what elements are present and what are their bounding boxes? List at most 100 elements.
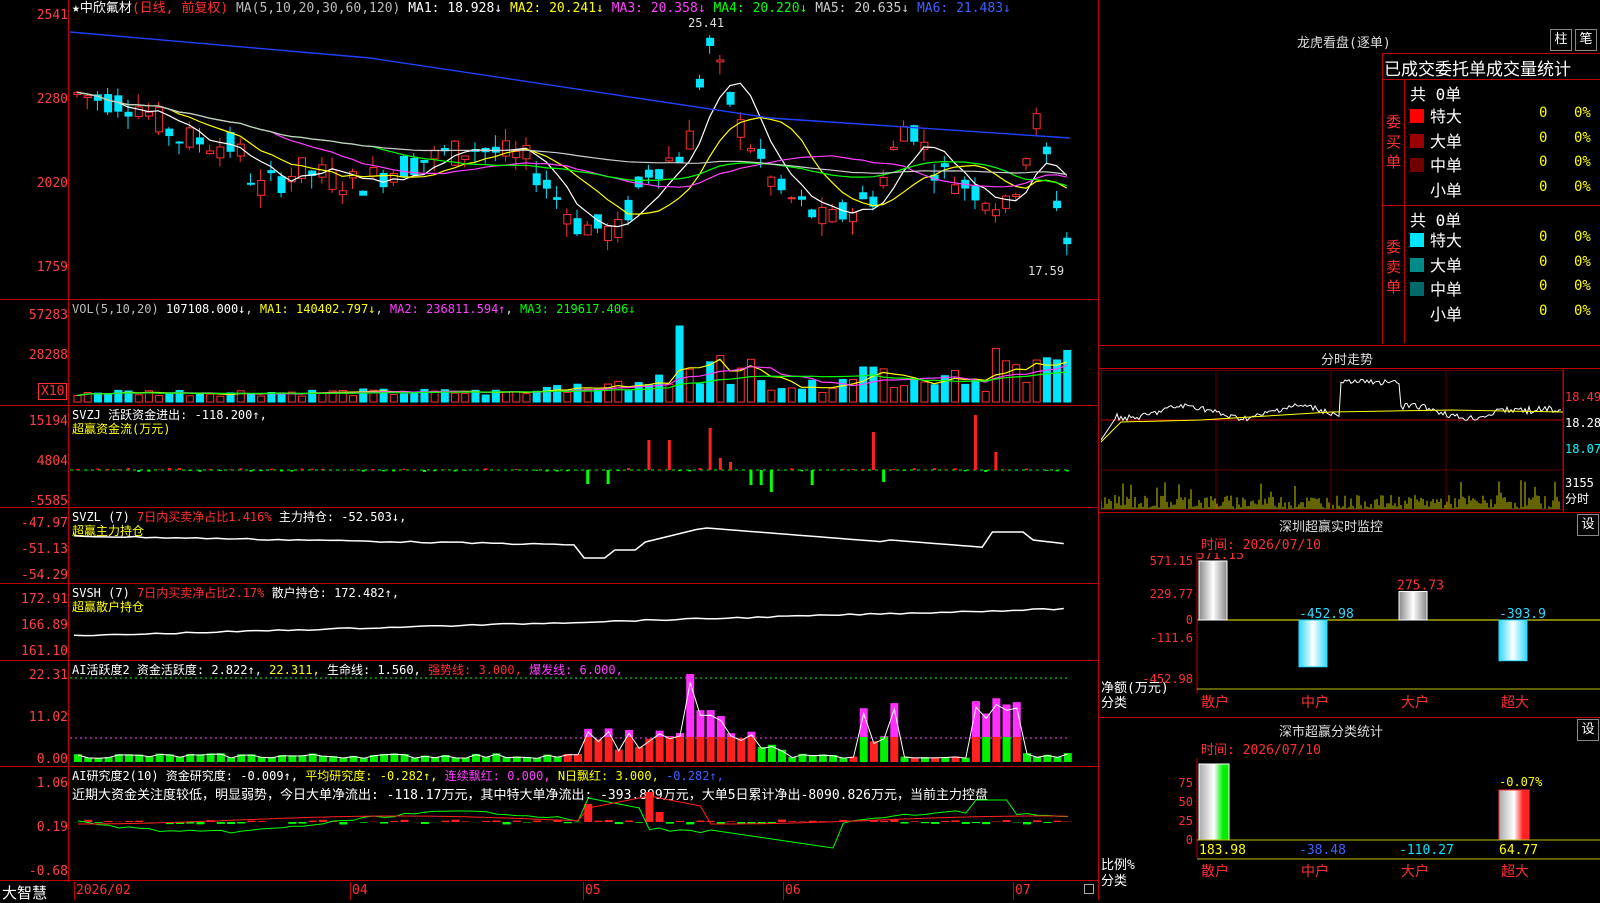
flow-bar <box>413 469 416 470</box>
activity-bar <box>707 737 715 762</box>
volume-bar <box>952 370 959 402</box>
flow-bar <box>729 462 732 470</box>
panel-divider <box>0 880 1098 881</box>
volume-bar <box>727 384 734 402</box>
star-icon[interactable]: ★ <box>72 1 80 16</box>
volume-bar <box>115 390 122 402</box>
candle <box>1013 195 1020 197</box>
flow-bar <box>811 470 814 485</box>
y-tick: 0.00 <box>0 752 68 767</box>
volume-bar <box>319 393 326 402</box>
low-price-label: 17.59 <box>1028 264 1064 278</box>
sz-monitor-time: 时间: 2026/07/10 <box>1201 538 1321 553</box>
research-bar <box>788 821 796 822</box>
candle <box>421 160 428 162</box>
volume-bar <box>758 381 765 402</box>
order-size-label: 特大 <box>1430 231 1462 250</box>
retail-holding-chart[interactable] <box>70 596 1096 658</box>
flow-bar <box>280 470 283 471</box>
flow-bar <box>270 469 273 470</box>
research-bar <box>809 821 817 822</box>
flow-bar <box>96 469 99 470</box>
candle <box>1043 147 1050 154</box>
candlestick-chart[interactable] <box>70 18 1096 298</box>
research-bar <box>421 822 429 824</box>
flow-bar <box>627 468 630 470</box>
flow-bar <box>321 469 324 470</box>
candle <box>166 129 173 135</box>
flow-bar <box>382 470 385 471</box>
ai2-a: AI研究度2(10) 资金研究度: -0.009↑, <box>72 769 298 783</box>
vol-header: VOL(5,10,20) 107108.000↓, MA1: 140402.79… <box>72 302 636 316</box>
sz-class-chart[interactable]: 7550250-0.07%183.98散户-38.48中户-110.27大户64… <box>1099 758 1600 900</box>
period-label[interactable]: (日线, 前复权) <box>132 1 228 16</box>
settings-button[interactable]: 设 <box>1577 719 1599 741</box>
volume-bar <box>74 395 81 402</box>
candle <box>707 38 714 45</box>
flow-bar <box>117 469 120 470</box>
activity-bar-top <box>880 736 888 737</box>
candle <box>982 203 989 210</box>
volume-bar <box>462 393 469 402</box>
ai2-e: -0.282↑, <box>666 769 724 783</box>
activity-bar <box>635 747 643 762</box>
order-row: 大单 <box>1410 252 1462 276</box>
stock-name[interactable]: 中欣氟材 <box>80 1 132 16</box>
vol-ma3: MA3: 219617.406↓ <box>520 302 636 316</box>
panel-divider <box>0 583 1098 584</box>
intraday-chart[interactable] <box>1101 370 1563 510</box>
settings-button[interactable]: 设 <box>1577 514 1599 536</box>
y-tick: -51.13 <box>0 542 68 557</box>
volume-bar <box>196 393 203 402</box>
candle <box>1054 201 1061 207</box>
order-count: 0 <box>1539 179 1547 195</box>
y-tick: -5585 <box>0 494 68 509</box>
candle <box>278 177 285 193</box>
research-bar <box>952 820 960 822</box>
sz-class-xlabel: 分类 <box>1101 874 1127 889</box>
bar-mode-button[interactable]: 柱 <box>1550 29 1572 51</box>
activity-chart[interactable] <box>70 672 1096 764</box>
y-tick: 4804 <box>0 454 68 469</box>
y-tick: -47.97 <box>0 516 68 531</box>
y-tick: 50 <box>1179 795 1193 809</box>
legend-swatch <box>1410 233 1424 247</box>
flow-bar <box>525 470 528 471</box>
research-bar <box>911 821 919 822</box>
tick-mode-button[interactable]: 笔 <box>1575 29 1597 51</box>
order-count: 0 <box>1539 229 1547 245</box>
volume-bar <box>298 396 305 402</box>
legend-swatch <box>1410 158 1424 172</box>
research-bar <box>1033 820 1041 822</box>
activity-bar <box>972 737 980 762</box>
capital-flow-chart[interactable] <box>70 410 1096 506</box>
order-percent: 0% <box>1574 278 1591 294</box>
sz-class-time: 时间: 2026/07/10 <box>1201 743 1321 758</box>
longhu-subtitle: 已成交委托单成交量统计 <box>1384 55 1571 80</box>
lock-icon[interactable] <box>1084 884 1094 894</box>
sz-monitor-chart[interactable]: 571.15229.770-111.6-452.98571.15散户-452.9… <box>1099 553 1600 717</box>
vol-unit-badge[interactable]: X10 <box>38 383 67 400</box>
research-bar <box>564 822 572 823</box>
volume-bar <box>768 390 775 402</box>
research-chart[interactable] <box>70 790 1096 878</box>
flow-bar <box>617 470 620 471</box>
main-holding-chart[interactable] <box>70 520 1096 582</box>
panel-divider <box>0 299 1098 300</box>
vol-ma-line <box>77 372 1067 395</box>
intraday-frame <box>1101 370 1563 510</box>
sz-class-panel: 深市超赢分类统计 设 时间: 2026/07/10 7550250-0.07%1… <box>1099 718 1600 900</box>
order-percent: 0% <box>1574 254 1591 270</box>
candle <box>186 128 193 147</box>
volume-bar <box>207 394 214 402</box>
research-bar <box>901 822 909 824</box>
flow-bar <box>392 470 395 471</box>
activity-bar <box>605 737 613 762</box>
flow-bar <box>1199 561 1227 620</box>
main-chart-area[interactable]: ★中欣氟材(日线, 前复权) MA(5,10,20,30,60,120) MA1… <box>0 0 1098 882</box>
volume-bar <box>911 379 918 402</box>
volume-chart[interactable] <box>70 316 1096 404</box>
flow-bar <box>260 470 263 471</box>
candle <box>431 150 438 159</box>
research-bar <box>452 820 460 822</box>
